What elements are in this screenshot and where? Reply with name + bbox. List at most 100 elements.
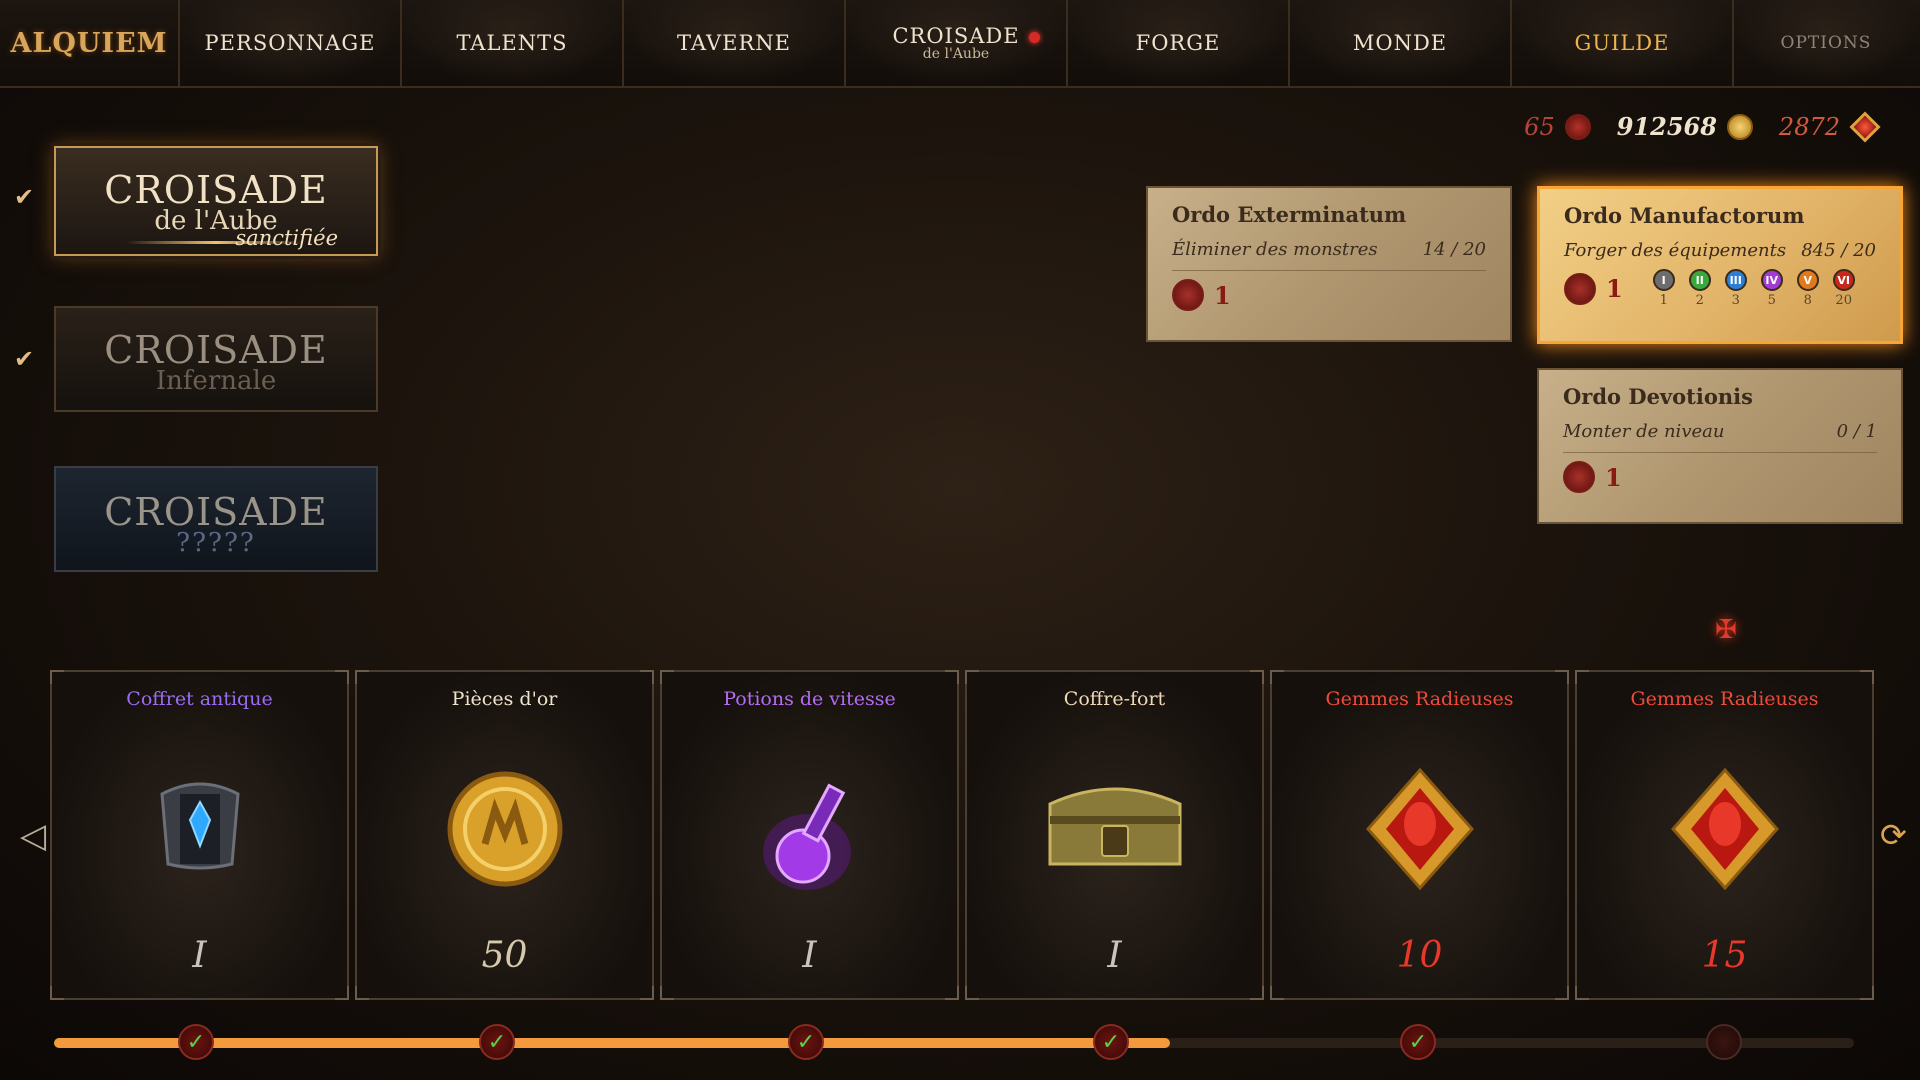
tab-label: GUILDE xyxy=(1574,31,1670,55)
tab-label: CROISADE xyxy=(892,24,1020,48)
milestone-check-icon: ✓ xyxy=(479,1024,515,1060)
gem-count: 2872 xyxy=(1778,112,1840,141)
gold-currency: 912568 xyxy=(1617,112,1753,141)
milestone-check-icon: ✓ xyxy=(788,1024,824,1060)
milestone-locked-icon: ✓ xyxy=(1706,1024,1742,1060)
tier-step: IV 5 xyxy=(1760,269,1783,308)
tab-croisade[interactable]: CROISADE de l'Aube xyxy=(846,0,1068,86)
seal-icon xyxy=(1563,461,1595,493)
tier-step: I1 xyxy=(1652,269,1675,308)
tier-value: 20 xyxy=(1835,293,1852,308)
seal-currency: 65 xyxy=(1524,113,1591,141)
tab-forge[interactable]: FORGE xyxy=(1068,0,1290,86)
reward-quantity: 10 xyxy=(1396,935,1443,976)
tier-value: 3 xyxy=(1731,293,1740,308)
tab-monde[interactable]: MONDE xyxy=(1290,0,1512,86)
reward-name: Gemmes Radieuses xyxy=(1630,688,1819,710)
quest-progress: 14 / 20 xyxy=(1422,239,1486,260)
tier-value: 5 xyxy=(1767,293,1776,308)
gem-currency: 2872 xyxy=(1778,110,1881,143)
gold-coin-icon xyxy=(447,771,562,887)
tab-talents[interactable]: TALENTS xyxy=(402,0,624,86)
tier-value: 2 xyxy=(1695,293,1704,308)
milestone-check-icon: ✓ xyxy=(1093,1024,1129,1060)
crusade-title: CROISADE xyxy=(104,328,328,372)
reward-quantity: 15 xyxy=(1701,935,1748,976)
tier-step: VI 20 xyxy=(1832,269,1855,308)
divider xyxy=(1172,270,1486,271)
tab-personnage[interactable]: PERSONNAGE xyxy=(180,0,402,86)
quest-task: Forger des équipements xyxy=(1564,240,1787,261)
tab-label: FORGE xyxy=(1135,31,1221,55)
reward-card[interactable]: Gemmes Radieuses 10 xyxy=(1270,670,1569,1000)
reward-card[interactable]: Gemmes Radieuses 15 xyxy=(1575,670,1874,1000)
crusade-infernal-button[interactable]: CROISADE Infernale xyxy=(54,306,378,412)
tier-step: II 2 xyxy=(1688,269,1711,308)
tier-badge: IV xyxy=(1760,269,1783,291)
tier-value: 8 xyxy=(1803,293,1812,308)
reward-progress-bar xyxy=(54,1038,1854,1048)
crusade-emblem-icon: ✠ xyxy=(1715,615,1737,645)
reward-quantity: 50 xyxy=(481,935,528,976)
tab-label: MONDE xyxy=(1352,31,1448,55)
coin-icon xyxy=(1726,113,1753,140)
notification-dot xyxy=(1029,32,1040,43)
milestone-check-icon: ✓ xyxy=(178,1024,214,1060)
tab-guilde[interactable]: GUILDE xyxy=(1512,0,1734,86)
tab-taverne[interactable]: TAVERNE xyxy=(624,0,846,86)
quest-card[interactable]: Ordo Devotionis Monter de niveau 0 / 1 1 xyxy=(1537,368,1903,524)
seal-icon xyxy=(1564,272,1596,305)
tab-label: TALENTS xyxy=(456,31,568,55)
tier-badge: III xyxy=(1724,269,1747,291)
tier-step: V8 xyxy=(1796,269,1819,308)
reward-card[interactable]: Potions de vitesse I xyxy=(660,670,959,1000)
crusade-title: CROISADE xyxy=(104,490,328,534)
tab-label: TAVERNE xyxy=(677,31,791,55)
radiant-gem-icon xyxy=(1670,767,1779,891)
reward-quantity: I xyxy=(802,935,817,976)
quest-card-active[interactable]: Ordo Manufactorum Forger des équipements… xyxy=(1537,186,1903,344)
tier-track: I1 II 2 III 3 IV 5 V8 VI 20 xyxy=(1652,269,1855,308)
speed-potion-icon xyxy=(762,783,851,890)
seal-count: 65 xyxy=(1524,112,1555,141)
gold-count: 912568 xyxy=(1616,112,1717,141)
seal-icon xyxy=(1564,113,1591,140)
milestone-check-icon: ✓ xyxy=(1400,1024,1436,1060)
quest-task: Éliminer des monstres xyxy=(1172,239,1378,260)
quest-progress: 845 / 20 xyxy=(1801,240,1876,261)
progress-fill xyxy=(54,1038,1170,1048)
tier-step: III 3 xyxy=(1724,269,1747,308)
antique-chest-icon xyxy=(159,782,240,870)
tab-label: PERSONNAGE xyxy=(204,31,376,55)
check-icon: ✔ xyxy=(14,183,35,211)
radiant-gem-icon xyxy=(1365,767,1474,891)
quest-card[interactable]: Ordo Exterminatum Éliminer des monstres … xyxy=(1146,186,1512,342)
seal-icon xyxy=(1172,279,1204,311)
quest-progress: 0 / 1 xyxy=(1836,421,1877,442)
reward-card[interactable]: Coffre-fort I xyxy=(965,670,1264,1000)
reward-card[interactable]: Pièces d'or 50 xyxy=(355,670,654,1000)
tab-sublabel: de l'Aube xyxy=(922,46,990,62)
crusade-dawn-button[interactable]: CROISADE de l'Aube sanctifiée xyxy=(54,146,378,256)
quest-title: Ordo Devotionis xyxy=(1563,384,1753,409)
top-navigation: ALQUIEM PERSONNAGE TALENTS TAVERNE CROIS… xyxy=(0,0,1920,88)
reward-name: Potions de vitesse xyxy=(723,688,896,710)
refresh-icon[interactable]: ⟳ xyxy=(1880,818,1914,852)
currency-bar: 65 912568 2872 xyxy=(1524,110,1881,143)
reward-quantity: I xyxy=(1107,935,1122,976)
reward-name: Gemmes Radieuses xyxy=(1325,688,1514,710)
quest-task: Monter de niveau xyxy=(1563,421,1725,442)
reward-card[interactable]: Coffret antique I xyxy=(50,670,349,1000)
reward-amount: 1 xyxy=(1606,274,1623,303)
reward-amount: 1 xyxy=(1214,280,1231,310)
tab-options[interactable]: OPTIONS xyxy=(1734,0,1918,86)
reward-name: Coffre-fort xyxy=(1063,688,1166,710)
reward-amount: 1 xyxy=(1605,462,1622,492)
tier-badge: II xyxy=(1688,269,1711,291)
reward-quantity: I xyxy=(192,935,207,976)
reward-name: Pièces d'or xyxy=(451,688,558,710)
crusade-locked-button[interactable]: CROISADE ????? xyxy=(54,466,378,572)
divider xyxy=(1563,452,1877,453)
reward-track: Coffret antique I Pièces d'or 50 Potions… xyxy=(50,670,1874,1000)
tier-value: 1 xyxy=(1659,293,1668,308)
